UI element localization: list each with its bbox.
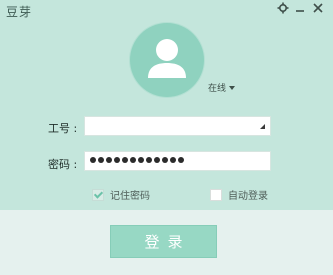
caret-down-icon xyxy=(229,85,236,90)
close-icon-graphic xyxy=(313,3,323,13)
employee-id-field[interactable] xyxy=(84,116,271,136)
password-label: 密码 : xyxy=(48,158,78,171)
avatar[interactable] xyxy=(130,23,204,97)
password-dot xyxy=(98,157,104,163)
password-dot xyxy=(90,157,96,163)
login-button[interactable]: 登录 xyxy=(110,225,217,258)
app-title: 豆芽 xyxy=(6,5,33,19)
title-bar[interactable]: 豆芽 xyxy=(0,0,333,20)
password-dot xyxy=(122,157,128,163)
password-mask xyxy=(90,157,184,163)
password-dot xyxy=(178,157,184,163)
password-dot xyxy=(162,157,168,163)
employee-id-input[interactable] xyxy=(91,118,251,134)
auto-login-option[interactable]: 自动登录 xyxy=(210,187,268,202)
auto-login-label: 自动登录 xyxy=(228,191,268,202)
auto-login-checkbox[interactable] xyxy=(210,188,222,201)
dropdown-arrow-icon[interactable] xyxy=(260,124,265,129)
password-dot xyxy=(138,157,144,163)
remember-password-label: 记住密码 xyxy=(110,191,150,202)
minimize-icon-graphic xyxy=(296,10,304,12)
status-label: 在线 xyxy=(208,84,227,94)
close-icon[interactable] xyxy=(311,2,325,16)
online-status-selector[interactable]: 在线 xyxy=(208,81,236,94)
password-dot xyxy=(130,157,136,163)
user-silhouette-icon xyxy=(148,39,186,78)
password-dot xyxy=(170,157,176,163)
password-dot xyxy=(154,157,160,163)
remember-password-option[interactable]: 记住密码 xyxy=(92,187,150,202)
password-field[interactable] xyxy=(84,151,271,171)
gear-icon-graphic xyxy=(277,2,289,14)
password-dot xyxy=(106,157,112,163)
minimize-icon[interactable] xyxy=(293,2,307,16)
gear-icon[interactable] xyxy=(276,2,290,16)
employee-id-label: 工号 : xyxy=(48,122,78,135)
password-dot xyxy=(146,157,152,163)
remember-password-checkbox[interactable] xyxy=(92,188,104,201)
login-window: 豆芽 在线 工号: 密码: 记住密码 自动登录 登录 xyxy=(0,0,333,275)
password-dot xyxy=(114,157,120,163)
